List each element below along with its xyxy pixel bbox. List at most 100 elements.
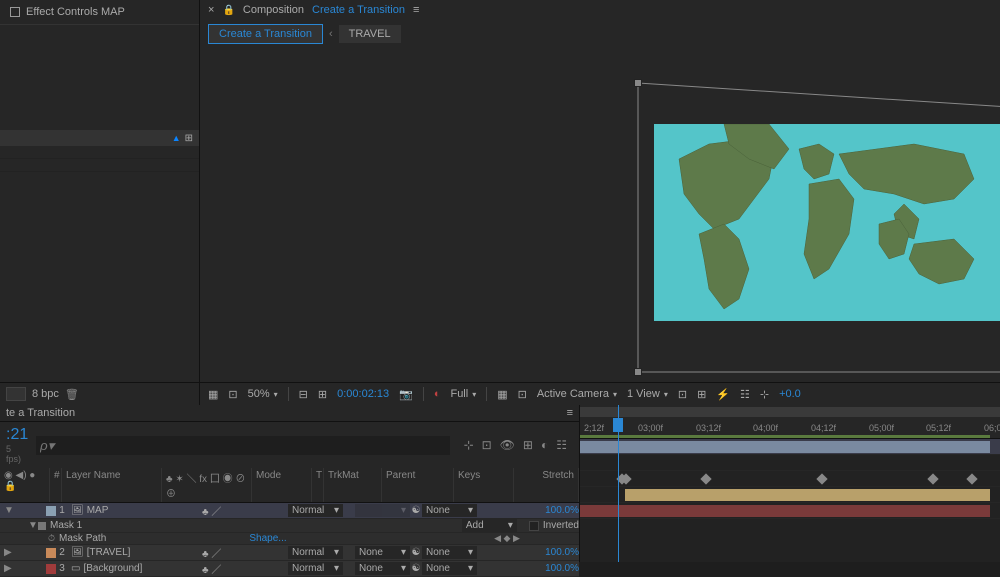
label-color[interactable] (46, 506, 56, 516)
mode-dropdown[interactable]: Normal▾ (288, 562, 343, 575)
track-row[interactable] (580, 487, 1000, 503)
current-time[interactable]: 0:00:02:13 (337, 388, 389, 400)
keyframe-icon[interactable] (966, 473, 977, 484)
view-icon[interactable]: ⊡ (678, 388, 687, 401)
parent-pick-icon[interactable]: ☯ (410, 505, 422, 516)
time-ruler[interactable]: 2;12f 03;00f 03;12f 04;00f 04;12f 05;00f… (580, 405, 1000, 439)
track-area[interactable] (580, 439, 1000, 562)
transparency-icon[interactable]: ▦ (497, 388, 507, 401)
bpc-toggle[interactable] (6, 387, 26, 401)
zoom-dropdown[interactable]: 50% ▾ (248, 388, 278, 400)
parent-pick-icon[interactable]: ☯ (410, 547, 422, 558)
parent-dropdown[interactable]: None▾ (422, 546, 477, 559)
property-name[interactable]: Mask Path (55, 533, 249, 544)
parent-dropdown[interactable]: None▾ (422, 562, 477, 575)
col-layer-name[interactable]: Layer Name (62, 468, 162, 502)
stopwatch-icon[interactable]: ⏱ (48, 533, 55, 544)
track-row[interactable] (580, 503, 1000, 519)
trkmat-dropdown[interactable]: ▾ (355, 504, 410, 517)
switches[interactable]: ♣ ／ (198, 503, 288, 518)
grid-icon[interactable]: ▦ (208, 388, 218, 401)
breadcrumb-item[interactable]: TRAVEL (339, 25, 401, 43)
switches[interactable]: ♣ ／ (198, 545, 288, 560)
exposure[interactable]: +0.0 (779, 388, 801, 400)
mask-mode-dropdown[interactable]: Add▾ (462, 519, 517, 532)
track-row[interactable] (580, 455, 1000, 471)
fast-preview-icon[interactable]: ⚡ (716, 388, 730, 401)
mask-row[interactable]: ▼ Mask 1 Add▾ Inverted (0, 519, 579, 533)
keyframe-nav[interactable]: ◀ ◆ ▶ (477, 533, 537, 544)
panel-menu-icon[interactable]: ⊞ (185, 133, 193, 144)
track-row[interactable] (580, 471, 1000, 487)
inverted-checkbox[interactable] (529, 521, 539, 531)
timeline-icon[interactable]: ☷ (740, 388, 750, 401)
mask-handle[interactable] (634, 79, 642, 87)
trkmat-dropdown[interactable]: None▾ (355, 562, 410, 575)
stretch-value[interactable]: 100.0% (537, 505, 579, 516)
close-icon[interactable]: × (208, 4, 214, 16)
layer-bar[interactable] (625, 489, 990, 501)
mask-property-row[interactable]: ⏱ Mask Path Shape... ◀ ◆ ▶ (0, 533, 579, 545)
timeline-tab[interactable]: te a Transition (6, 407, 75, 419)
twirl-icon[interactable]: ▶ (0, 547, 10, 558)
stretch-value[interactable]: 100.0% (537, 563, 579, 574)
label-color[interactable] (46, 548, 56, 558)
mask-color[interactable] (38, 522, 46, 530)
comp-mini-flowchart-icon[interactable]: ⊹ (464, 438, 474, 452)
shape-value[interactable]: Shape... (249, 533, 286, 544)
panel-menu-icon[interactable]: ≡ (567, 407, 573, 419)
frame-blend-icon[interactable]: ⊞ (523, 438, 533, 452)
search-input[interactable] (36, 436, 450, 455)
layer-row[interactable]: ▶ 3 ▭ [Background] ♣ ／ Normal▾ None▾ ☯ N… (0, 561, 579, 577)
roi-icon[interactable]: ⊡ (228, 388, 237, 401)
mode-dropdown[interactable]: Normal▾ (288, 546, 343, 559)
layer-name[interactable]: MAP (87, 505, 198, 516)
lock-icon[interactable]: 🔒 (222, 5, 234, 16)
draft3d-icon[interactable]: ⊡ (482, 438, 492, 452)
current-time[interactable]: :21 (6, 426, 28, 444)
mode-dropdown[interactable]: Normal▾ (288, 504, 343, 517)
breadcrumb-item[interactable]: Create a Transition (208, 24, 323, 44)
keyframe-icon[interactable] (700, 473, 711, 484)
layer-bar[interactable] (580, 441, 990, 453)
label-color[interactable] (46, 564, 56, 574)
twirl-icon[interactable]: ▼ (28, 520, 38, 531)
twirl-icon[interactable]: ▼ (0, 505, 10, 516)
mask-name[interactable]: Mask 1 (46, 520, 372, 531)
layer-row[interactable]: ▼ 1 🖼 MAP ♣ ／ Normal▾ ▾ ☯ None▾ 100.0% (0, 503, 579, 519)
quality-dropdown[interactable]: Full ▾ (450, 388, 476, 400)
playhead-handle[interactable] (613, 418, 623, 432)
keyframe-icon[interactable] (927, 473, 938, 484)
comp-name[interactable]: Create a Transition (312, 4, 405, 16)
project-panel-header[interactable]: ▲ ⊞ (0, 130, 199, 146)
composition-viewer[interactable] (200, 48, 1000, 382)
channel-icon[interactable]: ◐ (434, 388, 441, 400)
layer-name[interactable]: [TRAVEL] (87, 547, 198, 558)
flowchart-icon[interactable]: ⊹ (760, 388, 769, 401)
bpc-label[interactable]: 8 bpc (32, 388, 59, 400)
playhead[interactable] (618, 405, 619, 562)
view-dropdown[interactable]: 1 View ▾ (627, 388, 668, 400)
graph-editor-icon[interactable]: ☷ (556, 438, 567, 452)
effect-controls-tab[interactable]: Effect Controls MAP (0, 0, 199, 25)
keyframe-icon[interactable] (816, 473, 827, 484)
motion-blur-icon[interactable]: ◐ (541, 438, 548, 452)
camera-dropdown[interactable]: Active Camera ▾ (537, 388, 617, 400)
map-layer[interactable] (654, 124, 1000, 321)
panel-menu-icon[interactable]: ≡ (413, 4, 419, 16)
alpha-icon[interactable]: ⊞ (318, 388, 327, 401)
parent-pick-icon[interactable]: ☯ (410, 563, 422, 574)
layer-name[interactable]: [Background] (83, 563, 198, 574)
snapshot-icon[interactable]: 📷 (399, 388, 413, 401)
layer-bar[interactable] (580, 505, 990, 517)
twirl-icon[interactable]: ▶ (0, 563, 10, 574)
trkmat-dropdown[interactable]: None▾ (355, 546, 410, 559)
mask-handle[interactable] (634, 368, 642, 376)
shy-icon[interactable]: 👁 (500, 438, 515, 452)
parent-dropdown[interactable]: None▾ (422, 504, 477, 517)
trash-icon[interactable]: 🗑 (65, 388, 79, 401)
track-row[interactable] (580, 439, 1000, 455)
aspect-icon[interactable]: ⊟ (299, 388, 308, 401)
stretch-value[interactable]: 100.0% (537, 547, 579, 558)
layer-row[interactable]: ▶ 2 🖼 [TRAVEL] ♣ ／ Normal▾ None▾ ☯ None▾… (0, 545, 579, 561)
